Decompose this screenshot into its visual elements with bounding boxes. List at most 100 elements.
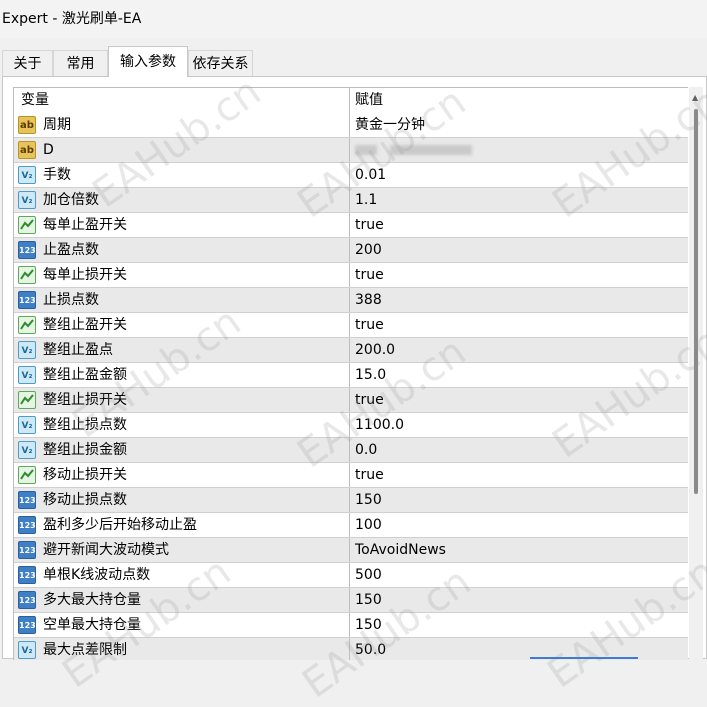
table-row[interactable]: 123 止损点数 388 xyxy=(14,288,688,313)
table-row[interactable]: ab 周期 黄金一分钟 xyxy=(14,113,688,138)
double-type-icon: V₂ xyxy=(18,366,36,384)
value-cell[interactable]: 500 xyxy=(355,563,382,587)
integer-type-icon: 123 xyxy=(18,241,36,259)
table-row[interactable]: 123 多大最大持仓量 150 xyxy=(14,588,688,613)
variable-cell: V₂ 整组止盈点 xyxy=(14,338,350,362)
table-row[interactable]: V₂ 整组止盈点 200.0 xyxy=(14,338,688,363)
integer-type-icon: 123 xyxy=(18,291,36,309)
table-row[interactable]: V₂ 整组止损金额 0.0 xyxy=(14,438,688,463)
string-type-icon: ab xyxy=(18,141,36,159)
tab-common[interactable]: 常用 xyxy=(53,50,108,76)
double-type-icon: V₂ xyxy=(18,191,36,209)
string-type-icon: ab xyxy=(18,116,36,134)
variable-name: 多大最大持仓量 xyxy=(43,592,141,608)
variable-name: D xyxy=(43,142,54,158)
table-row[interactable]: 123 盈利多少后开始移动止盈 100 xyxy=(14,513,688,538)
value-cell[interactable]: 0.0 xyxy=(355,438,377,462)
integer-type-icon: 123 xyxy=(18,516,36,534)
variable-name: 移动止损点数 xyxy=(43,492,127,508)
column-header-variable[interactable]: 变量 xyxy=(21,88,49,113)
variable-cell: 123 移动止损点数 xyxy=(14,488,350,512)
value-cell[interactable]: 200 xyxy=(355,238,382,262)
variable-name: 手数 xyxy=(43,167,71,183)
table-row[interactable]: V₂ 整组止盈金额 15.0 xyxy=(14,363,688,388)
value-cell[interactable]: 15.0 xyxy=(355,363,386,387)
value-cell[interactable]: 黄金一分钟 xyxy=(355,113,425,137)
double-type-icon: V₂ xyxy=(18,341,36,359)
variable-cell: ab D xyxy=(14,138,350,162)
variable-name: 移动止损开关 xyxy=(43,467,127,483)
value-cell[interactable]: 100 xyxy=(355,513,382,537)
variable-name: 每单止盈开关 xyxy=(43,217,127,233)
variable-name: 止损点数 xyxy=(43,292,99,308)
value-cell[interactable]: true xyxy=(355,263,384,287)
bool-type-icon xyxy=(18,316,36,334)
table-row[interactable]: 整组止盈开关 true xyxy=(14,313,688,338)
variable-cell: 每单止盈开关 xyxy=(14,213,350,237)
value-cell[interactable]: 150 xyxy=(355,488,382,512)
value-cell[interactable]: true xyxy=(355,313,384,337)
value-cell[interactable]: 388 xyxy=(355,288,382,312)
double-type-icon: V₂ xyxy=(18,416,36,434)
variable-name: 盈利多少后开始移动止盈 xyxy=(43,517,197,533)
double-type-icon: V₂ xyxy=(18,441,36,459)
value-cell[interactable]: 1.1 xyxy=(355,188,377,212)
bool-type-icon xyxy=(18,216,36,234)
vertical-scrollbar[interactable]: ▲ xyxy=(689,87,703,659)
value-cell[interactable]: 1100.0 xyxy=(355,413,404,437)
value-cell[interactable]: 150 xyxy=(355,613,382,637)
table-row[interactable]: 整组止损开关 true xyxy=(14,388,688,413)
variable-name: 整组止损金额 xyxy=(43,442,127,458)
table-row[interactable]: V₂ 整组止损点数 1100.0 xyxy=(14,413,688,438)
table-row[interactable]: 移动止损开关 true xyxy=(14,463,688,488)
bool-type-icon xyxy=(18,391,36,409)
parameters-table: 变量 赋值 ab 周期 黄金一分钟 ab D V₂ 手数 0.01 V₂ 加仓倍数 1.1 每单止盈开… xyxy=(13,87,688,660)
double-type-icon: V₂ xyxy=(18,166,36,184)
integer-type-icon: 123 xyxy=(18,591,36,609)
variable-cell: 123 多大最大持仓量 xyxy=(14,588,350,612)
tab-label: 关于 xyxy=(13,56,42,72)
tab-inputs[interactable]: 输入参数 xyxy=(108,46,188,77)
table-row[interactable]: 123 避开新闻大波动模式 ToAvoidNews xyxy=(14,538,688,563)
integer-type-icon: 123 xyxy=(18,616,36,634)
variable-cell: 123 避开新闻大波动模式 xyxy=(14,538,350,562)
variable-cell: ab 周期 xyxy=(14,113,350,137)
column-divider[interactable] xyxy=(349,88,350,113)
tab-dependencies[interactable]: 依存关系 xyxy=(188,50,253,76)
value-cell[interactable]: 0.01 xyxy=(355,163,386,187)
variable-cell: 移动止损开关 xyxy=(14,463,350,487)
variable-cell: V₂ 手数 xyxy=(14,163,350,187)
table-row[interactable]: V₂ 手数 0.01 xyxy=(14,163,688,188)
redacted-value xyxy=(355,145,377,155)
integer-type-icon: 123 xyxy=(18,566,36,584)
value-cell[interactable]: true xyxy=(355,463,384,487)
value-cell[interactable]: true xyxy=(355,213,384,237)
table-row[interactable]: 123 空单最大持仓量 150 xyxy=(14,613,688,638)
table-row[interactable]: 每单止损开关 true xyxy=(14,263,688,288)
value-cell[interactable]: 200.0 xyxy=(355,338,395,362)
column-header-value[interactable]: 赋值 xyxy=(355,88,383,113)
variable-name: 单根K线波动点数 xyxy=(43,567,151,583)
bool-type-icon xyxy=(18,466,36,484)
tab-label: 依存关系 xyxy=(192,56,249,72)
table-row[interactable]: 123 止盈点数 200 xyxy=(14,238,688,263)
scrollbar-thumb[interactable] xyxy=(694,109,698,494)
variable-name: 整组止盈金额 xyxy=(43,367,127,383)
table-row[interactable]: 123 移动止损点数 150 xyxy=(14,488,688,513)
variable-name: 整组止损开关 xyxy=(43,392,127,408)
value-cell[interactable]: ToAvoidNews xyxy=(355,538,446,562)
table-row[interactable]: ab D xyxy=(14,138,688,163)
value-cell[interactable]: 50.0 xyxy=(355,638,386,660)
tab-about[interactable]: 关于 xyxy=(2,50,53,76)
table-row[interactable]: 123 单根K线波动点数 500 xyxy=(14,563,688,588)
variable-cell: 每单止损开关 xyxy=(14,263,350,287)
variable-cell: 123 止损点数 xyxy=(14,288,350,312)
table-row[interactable]: 每单止盈开关 true xyxy=(14,213,688,238)
value-cell[interactable]: true xyxy=(355,388,384,412)
variable-cell: 整组止损开关 xyxy=(14,388,350,412)
table-row[interactable]: V₂ 加仓倍数 1.1 xyxy=(14,188,688,213)
value-cell[interactable]: 150 xyxy=(355,588,382,612)
scroll-up-icon[interactable]: ▲ xyxy=(692,93,698,102)
variable-cell: 123 盈利多少后开始移动止盈 xyxy=(14,513,350,537)
window-title: Expert - 激光刷单-EA xyxy=(0,0,707,38)
